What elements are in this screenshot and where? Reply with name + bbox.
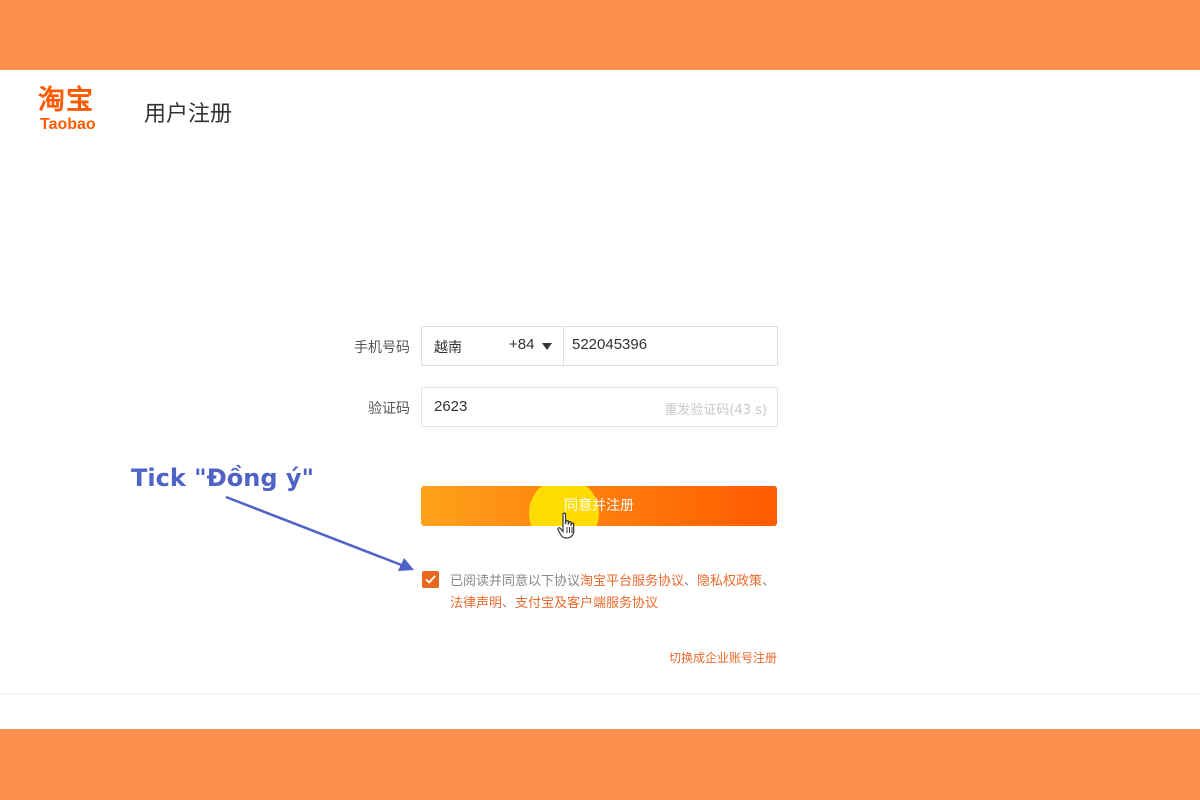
agreement-separator: 、 [762,574,776,589]
phone-field-divider [563,327,564,365]
phone-field: 越南 +84 522045396 [421,326,778,366]
agreement-separator: 、 [684,574,698,589]
switch-to-business-link[interactable]: 切换成企业账号注册 [669,649,777,666]
agreement-separator: 、 [502,596,516,611]
resend-code-button[interactable]: 重发验证码(43 s) [664,399,767,418]
agreement-prefix: 已阅读并同意以下协议 [450,574,581,589]
registration-page: 淘宝 Taobao 用户注册 手机号码 越南 +84 522045396 验证码… [0,70,1200,729]
submit-button-label: 同意并注册 [564,498,634,514]
verification-code-input[interactable]: 2623 [434,398,467,415]
phone-input[interactable]: 522045396 [572,336,647,353]
service-agreement-link[interactable]: 淘宝平台服务协议 [580,574,684,589]
caret-down-icon[interactable] [542,343,552,350]
verification-code-field: 2623 重发验证码(43 s) [421,387,778,427]
agree-and-register-button[interactable]: 同意并注册 [421,486,777,526]
alipay-agreement-link[interactable]: 支付宝及客户端服务协议 [515,596,658,611]
check-icon [425,575,436,584]
agreement-text: 已阅读并同意以下协议淘宝平台服务协议、隐私权政策、法律声明、支付宝及客户端服务协… [450,571,780,615]
logo-chinese-text: 淘宝 [38,85,94,116]
logo-english-text: Taobao [40,116,96,133]
country-code-select[interactable]: +84 [509,336,534,353]
phone-label: 手机号码 [354,340,410,356]
bottom-border-band [0,729,1200,800]
taobao-logo[interactable]: 淘宝 Taobao [38,86,116,136]
agree-checkbox[interactable] [422,571,439,588]
page-title: 用户注册 [144,102,233,127]
privacy-policy-link[interactable]: 隐私权政策 [697,574,762,589]
tick-agree-annotation: Tick "Đồng ý" [131,464,315,492]
top-border-band [0,0,1200,70]
page-divider [0,693,1200,694]
code-label: 验证码 [368,401,410,417]
hand-cursor-icon [557,512,575,539]
country-select[interactable]: 越南 [434,337,462,357]
legal-statement-link[interactable]: 法律声明 [450,596,502,611]
